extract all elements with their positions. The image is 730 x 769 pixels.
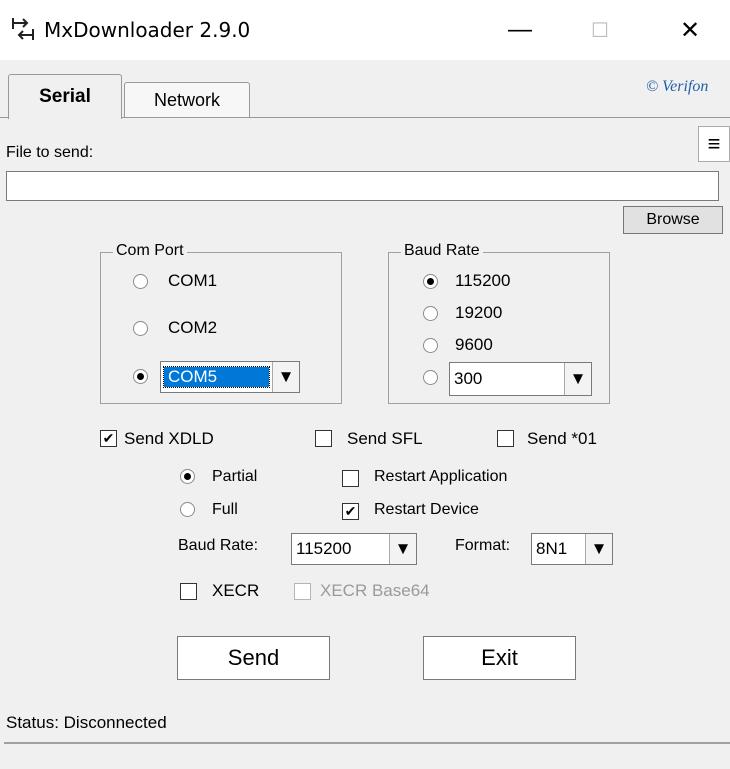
send-xdld-checkbox[interactable]: ✔ xyxy=(100,430,117,447)
send-xdld-label: Send XDLD xyxy=(124,429,214,448)
baud-custom-value: 300 xyxy=(454,369,483,388)
chevron-down-icon: ▼ xyxy=(272,362,299,392)
checkmark-icon: ✔ xyxy=(344,503,357,519)
baud-115200-radio[interactable] xyxy=(423,274,438,289)
file-label: File to send: xyxy=(6,144,94,161)
partial-radio[interactable] xyxy=(180,469,195,484)
send-01-label: Send *01 xyxy=(527,429,597,448)
send-01-checkbox[interactable] xyxy=(497,430,514,447)
format-label: Format: xyxy=(455,537,511,554)
baud-9600-radio[interactable] xyxy=(423,338,438,353)
send-baud-select[interactable]: 115200 ▼ xyxy=(291,533,417,565)
maximize-button[interactable]: ☐ xyxy=(570,10,630,50)
close-button[interactable]: ✕ xyxy=(660,10,720,50)
send-baud-label: Baud Rate: xyxy=(178,537,259,554)
restart-device-label: Restart Device xyxy=(374,501,479,518)
app-icon xyxy=(10,16,36,42)
minimize-button[interactable]: — xyxy=(490,10,550,50)
com1-radio[interactable] xyxy=(133,274,148,289)
baud-19200-radio[interactable] xyxy=(423,306,438,321)
com-port-select[interactable]: COM5 ▼ xyxy=(160,361,300,393)
send-button[interactable]: Send xyxy=(177,636,330,680)
copyright-text: © Verifon xyxy=(646,78,709,95)
xecr-base64-label: XECR Base64 xyxy=(320,581,430,600)
restart-application-label: Restart Application xyxy=(374,468,508,485)
menu-icon[interactable]: ≡ xyxy=(698,126,730,162)
com2-label: COM2 xyxy=(168,318,218,337)
baud-rate-title: Baud Rate xyxy=(401,242,483,260)
baud-115200-label: 115200 xyxy=(455,271,511,290)
com1-label: COM1 xyxy=(168,271,218,290)
full-radio[interactable] xyxy=(180,502,195,517)
chevron-down-icon: ▼ xyxy=(564,363,591,395)
baud-custom-select[interactable]: 300 ▼ xyxy=(449,362,592,396)
baud-19200-label: 19200 xyxy=(455,303,503,322)
exit-button[interactable]: Exit xyxy=(423,636,576,680)
partial-label: Partial xyxy=(212,468,258,485)
com-port-selected: COM5 xyxy=(163,366,270,388)
chevron-down-icon: ▼ xyxy=(389,534,416,564)
baud-custom-radio[interactable] xyxy=(423,370,438,385)
file-path-input[interactable] xyxy=(6,171,719,201)
format-select[interactable]: 8N1 ▼ xyxy=(531,533,613,565)
status-text: Status: Disconnected xyxy=(6,713,167,732)
chevron-down-icon: ▼ xyxy=(585,534,612,564)
status-bar xyxy=(4,742,730,769)
send-sfl-checkbox[interactable] xyxy=(315,430,332,447)
format-value: 8N1 xyxy=(536,539,568,558)
xecr-base64-checkbox[interactable] xyxy=(294,583,311,600)
xecr-label: XECR xyxy=(212,581,260,600)
com-custom-radio[interactable] xyxy=(133,369,148,384)
full-label: Full xyxy=(212,501,238,518)
tab-network[interactable]: Network xyxy=(124,82,250,117)
com-port-title: Com Port xyxy=(113,242,187,260)
xecr-checkbox[interactable] xyxy=(180,583,197,600)
baud-9600-label: 9600 xyxy=(455,335,493,354)
checkmark-icon: ✔ xyxy=(102,430,115,446)
window-title: MxDownloader 2.9.0 xyxy=(44,18,251,42)
tab-serial[interactable]: Serial xyxy=(8,74,122,119)
restart-device-checkbox[interactable]: ✔ xyxy=(342,503,359,520)
send-baud-value: 115200 xyxy=(296,539,352,558)
send-sfl-label: Send SFL xyxy=(347,429,423,448)
restart-application-checkbox[interactable] xyxy=(342,470,359,487)
com2-radio[interactable] xyxy=(133,321,148,336)
browse-button[interactable]: Browse xyxy=(623,206,723,234)
